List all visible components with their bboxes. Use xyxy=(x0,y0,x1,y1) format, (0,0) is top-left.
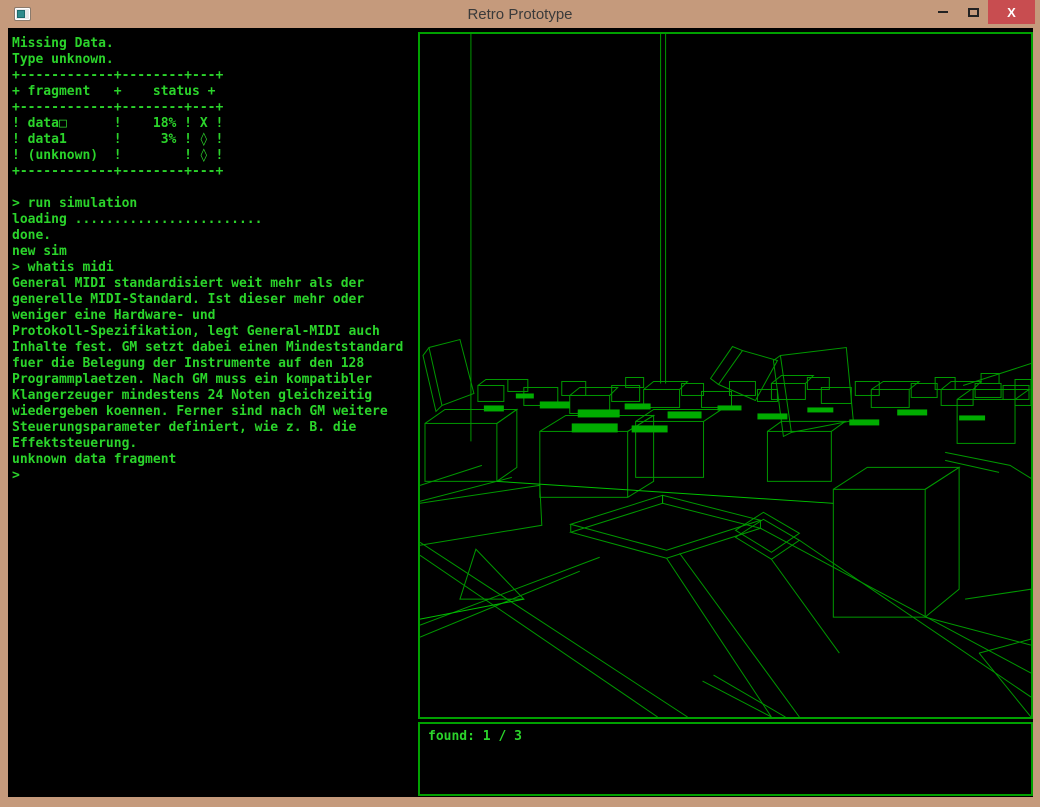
terminal-line: generelle MIDI-Standard. Ist dieser mehr… xyxy=(12,292,412,308)
minimize-icon xyxy=(938,11,948,13)
terminal-line: ! (unknown) ! ! ◊ ! xyxy=(12,148,412,164)
maximize-icon xyxy=(968,8,979,17)
wireframe-scene xyxy=(420,34,1031,717)
terminal-line: ! data□ ! 18% ! X ! xyxy=(12,116,412,132)
window-controls: X xyxy=(928,0,1035,24)
close-icon: X xyxy=(1007,5,1016,20)
terminal-line: +------------+--------+---+ xyxy=(12,100,412,116)
terminal-output: Missing Data.Type unknown.+------------+… xyxy=(12,36,412,484)
right-panel: found: 1 / 3 xyxy=(418,28,1033,797)
status-panel: found: 1 / 3 xyxy=(418,722,1033,796)
window-title: Retro Prototype xyxy=(0,0,1040,28)
terminal-line: new sim xyxy=(12,244,412,260)
terminal-line: loading ........................ xyxy=(12,212,412,228)
window-content: Missing Data.Type unknown.+------------+… xyxy=(8,28,1033,797)
terminal-line: done. xyxy=(12,228,412,244)
terminal-line: weniger eine Hardware- und xyxy=(12,308,412,324)
terminal-line: Steuerungsparameter definiert, wie z. B.… xyxy=(12,420,412,436)
maximize-button[interactable] xyxy=(958,0,988,24)
terminal-line: unknown data fragment xyxy=(12,452,412,468)
terminal-line: ! data1 ! 3% ! ◊ ! xyxy=(12,132,412,148)
terminal-line: Programmplaetzen. Nach GM muss ein kompa… xyxy=(12,372,412,388)
found-counter: found: 1 / 3 xyxy=(428,729,522,744)
terminal-line: +------------+--------+---+ xyxy=(12,68,412,84)
terminal-panel[interactable]: Missing Data.Type unknown.+------------+… xyxy=(8,28,412,797)
scene-viewport[interactable] xyxy=(418,32,1033,719)
close-button[interactable]: X xyxy=(988,0,1035,24)
minimize-button[interactable] xyxy=(928,0,958,24)
terminal-line: Inhalte fest. GM setzt dabei einen Minde… xyxy=(12,340,412,356)
terminal-line: + fragment + status + xyxy=(12,84,412,100)
app-window: Retro Prototype X Missing Data.Type unkn… xyxy=(0,0,1040,807)
titlebar[interactable]: Retro Prototype X xyxy=(0,0,1040,28)
terminal-line: Type unknown. xyxy=(12,52,412,68)
terminal-line: Protokoll-Spezifikation, legt General-MI… xyxy=(12,324,412,340)
terminal-line: > xyxy=(12,468,412,484)
terminal-line: > whatis midi xyxy=(12,260,412,276)
terminal-line: wiedergeben koennen. Ferner sind nach GM… xyxy=(12,404,412,420)
terminal-line: Klangerzeuger mindestens 24 Noten gleich… xyxy=(12,388,412,404)
terminal-line: General MIDI standardisiert weit mehr al… xyxy=(12,276,412,292)
terminal-line xyxy=(12,180,412,196)
terminal-line: +------------+--------+---+ xyxy=(12,164,412,180)
terminal-line: Missing Data. xyxy=(12,36,412,52)
terminal-line: fuer die Belegung der Instrumente auf de… xyxy=(12,356,412,372)
terminal-line: Effektsteuerung. xyxy=(12,436,412,452)
terminal-line: > run simulation xyxy=(12,196,412,212)
